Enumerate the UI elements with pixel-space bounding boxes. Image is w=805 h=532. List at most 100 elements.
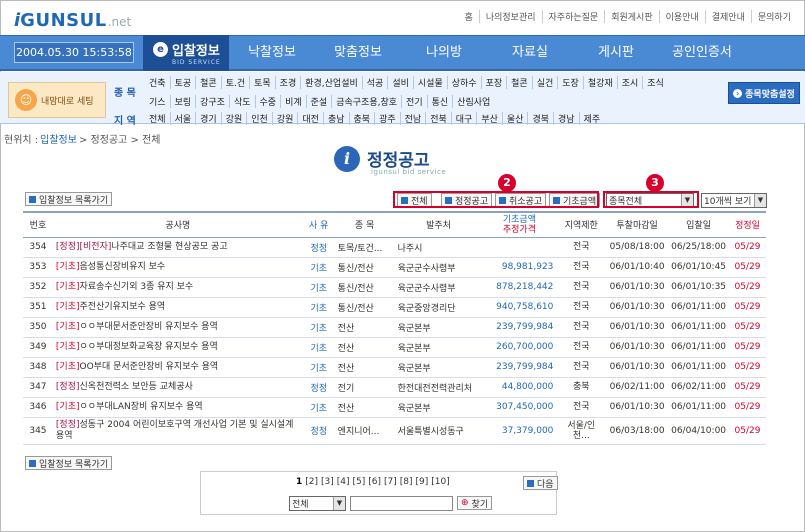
page-link[interactable]: [5] (353, 477, 366, 487)
table-row[interactable]: 350 [기초]ㅇㅇ부대문서준안장비 유지보수 용역 기초 전산 육군본부 239,799… (23, 317, 766, 338)
row-title[interactable]: [기초]음성통신장비유지 보수 (52, 257, 303, 278)
nav-item-myroom[interactable]: 나의방 (401, 35, 487, 71)
region-item[interactable]: 전남 (401, 112, 427, 125)
region-item[interactable]: 대전 (298, 112, 324, 125)
category-item[interactable]: 건축 (145, 76, 171, 89)
row-title[interactable]: [기초]자료송수신기외 3종 유지 보수 (52, 277, 303, 298)
page-link[interactable]: [3] (321, 477, 334, 487)
table-row[interactable]: 345 [정정]성동구 2004 어린이보호구역 개선사업 기본 및 실시설계용역… (23, 417, 766, 445)
table-row[interactable]: 353 [기초]음성통신장비유지 보수 기초 통신/전산 육군군수사령부 98,981,9… (23, 257, 766, 278)
category-item[interactable]: 상하수 (448, 76, 482, 89)
region-item[interactable]: 광주 (375, 112, 401, 125)
nav-item-bid-info[interactable]: e 입찰정보 BID SERVICE (143, 35, 229, 71)
region-item[interactable]: 충북 (350, 112, 376, 125)
table-row[interactable]: 347 [정정]신옥천전력소 보안등 교체공사 정정 전기 한전대전전력관리처 44,80… (23, 377, 766, 398)
row-title[interactable]: [기초]주전산기유지보수 용역 (52, 297, 303, 318)
row-title[interactable]: [기초]ㅇㅇ부대문서준안장비 유지보수 용역 (52, 317, 303, 338)
category-item[interactable]: 삭도 (230, 95, 256, 108)
list-back-button-bottom[interactable]: 입찰정보 목록가기 (25, 456, 113, 470)
table-row[interactable]: 348 [기초]OO부대 문서준안장비 유지보수 용역 기초 전산 육군본부 239,79… (23, 357, 766, 378)
list-back-button-top[interactable]: 입찰정보 목록가기 (25, 192, 113, 206)
nav-item-award[interactable]: 낙찰정보 (229, 35, 315, 71)
page-link[interactable]: [6] (368, 477, 381, 487)
category-item[interactable]: 철강재 (584, 76, 618, 89)
table-row[interactable]: 351 [기초]주전산기유지보수 용역 기초 통신/전산 육군중앙경리단 940,758,… (23, 297, 766, 318)
category-item[interactable]: 도장 (558, 76, 584, 89)
breadcrumb-current[interactable]: 입찰정보 (40, 131, 77, 146)
page-link[interactable]: [9] (416, 477, 429, 487)
category-item[interactable]: 토공 (171, 76, 197, 89)
page-size-select[interactable]: 10개씩 보기 ▼ (701, 193, 767, 208)
region-item[interactable]: 울산 (503, 112, 529, 125)
search-field-select[interactable]: 전체 ▼ (289, 496, 346, 511)
category-item[interactable]: 포장 (482, 76, 508, 89)
category-item[interactable]: 보링 (171, 95, 197, 108)
category-item[interactable]: 환경,산업설비 (301, 76, 363, 89)
region-item[interactable]: 경북 (528, 112, 554, 125)
page-link[interactable]: [7] (384, 477, 397, 487)
table-row[interactable]: 346 [기초]ㅇㅇ부대LAN장비 유지보수 용역 기초 전산 육군본부 307,450,… (23, 397, 766, 418)
category-item[interactable]: 설비 (388, 76, 414, 89)
row-title[interactable]: [정정][비전자]나주대교 조형물 현상공모 공고 (52, 237, 303, 258)
nav-item-library[interactable]: 자료실 (487, 35, 573, 71)
region-item[interactable]: 대구 (452, 112, 478, 125)
category-item[interactable]: 조경 (276, 76, 302, 89)
category-item[interactable]: 수중 (256, 95, 282, 108)
row-title[interactable]: [기초]ㅇㅇ부대LAN장비 유지보수 용역 (52, 397, 303, 418)
region-item[interactable]: 부산 (477, 112, 503, 125)
top-link-payment[interactable]: 결제안내 (704, 10, 751, 23)
category-item[interactable]: 석공 (363, 76, 389, 89)
top-link-myinfo[interactable]: 나의정보관리 (478, 10, 542, 23)
nav-item-certificate[interactable]: 공인인증서 (659, 35, 745, 71)
category-item[interactable]: 조식 (643, 76, 668, 89)
search-input[interactable] (350, 496, 453, 511)
category-item[interactable]: 실건 (533, 76, 559, 89)
custom-category-button[interactable]: › 종목맞춤설정 (728, 82, 800, 104)
table-row[interactable]: 354 [정정][비전자]나주대교 조형물 현상공모 공고 정정 토목/토건... 나주… (23, 237, 766, 258)
category-item[interactable]: 강구조 (196, 95, 230, 108)
category-item[interactable]: 기스 (145, 95, 171, 108)
category-item[interactable]: 준설 (307, 95, 333, 108)
nav-item-custom[interactable]: 맞춤정보 (315, 35, 401, 71)
next-page-button[interactable]: 다음 (523, 476, 558, 490)
region-item[interactable]: 제주 (580, 112, 605, 125)
category-item[interactable]: 철콘 (196, 76, 222, 89)
category-item[interactable]: 철콘 (507, 76, 533, 89)
category-item[interactable]: 산림사업 (453, 95, 494, 108)
top-link-home[interactable]: 홈 (459, 10, 479, 23)
page-link[interactable]: [10] (431, 477, 449, 487)
top-link-faq[interactable]: 자주하는질문 (541, 10, 605, 23)
top-link-board[interactable]: 회원게시판 (604, 10, 658, 23)
region-item[interactable]: 전체 (145, 112, 171, 125)
page-link[interactable]: [8] (400, 477, 413, 487)
category-item[interactable]: 통신 (428, 95, 454, 108)
category-item[interactable]: 시설물 (414, 76, 448, 89)
site-logo[interactable]: i GUNSUL .net (14, 10, 131, 32)
row-title[interactable]: [정정]신옥천전력소 보안등 교체공사 (52, 377, 303, 398)
category-item[interactable]: 비계 (281, 95, 307, 108)
category-item[interactable]: 토목 (250, 76, 276, 89)
region-item[interactable]: 경기 (196, 112, 222, 125)
region-item[interactable]: 강원 (273, 112, 299, 125)
search-button[interactable]: ⊕ 찾기 (457, 496, 493, 510)
page-link[interactable]: [2] (305, 477, 318, 487)
top-link-guide[interactable]: 이용안내 (658, 10, 705, 23)
table-row[interactable]: 352 [기초]자료송수신기외 3종 유지 보수 기초 통신/전산 육군군수사령부 878… (23, 277, 766, 298)
top-link-contact[interactable]: 문의하기 (750, 10, 797, 23)
region-item[interactable]: 인천 (247, 112, 273, 125)
category-item[interactable]: 조시 (618, 76, 644, 89)
page-link[interactable]: [4] (337, 477, 350, 487)
nav-item-board[interactable]: 게시판 (573, 35, 659, 71)
table-row[interactable]: 349 [기초]ㅇㅇ부대정보화교육장 유지보수 용역 기초 전산 육군본부 260,700… (23, 337, 766, 358)
region-item[interactable]: 강원 (222, 112, 248, 125)
page-link-current[interactable]: 1 (296, 477, 302, 487)
region-item[interactable]: 충남 (324, 112, 350, 125)
region-item[interactable]: 서울 (171, 112, 197, 125)
row-title[interactable]: [기초]ㅇㅇ부대정보화교육장 유지보수 용역 (52, 337, 303, 358)
my-setting-button[interactable]: ☺ 내맘대로 세팅 (8, 82, 106, 118)
row-title[interactable]: [기초]OO부대 문서준안장비 유지보수 용역 (52, 357, 303, 378)
region-item[interactable]: 경남 (554, 112, 580, 125)
category-item[interactable]: 전기 (402, 95, 428, 108)
category-item[interactable]: 금속구조용,창호 (332, 95, 403, 108)
category-item[interactable]: 토.건 (222, 76, 251, 89)
